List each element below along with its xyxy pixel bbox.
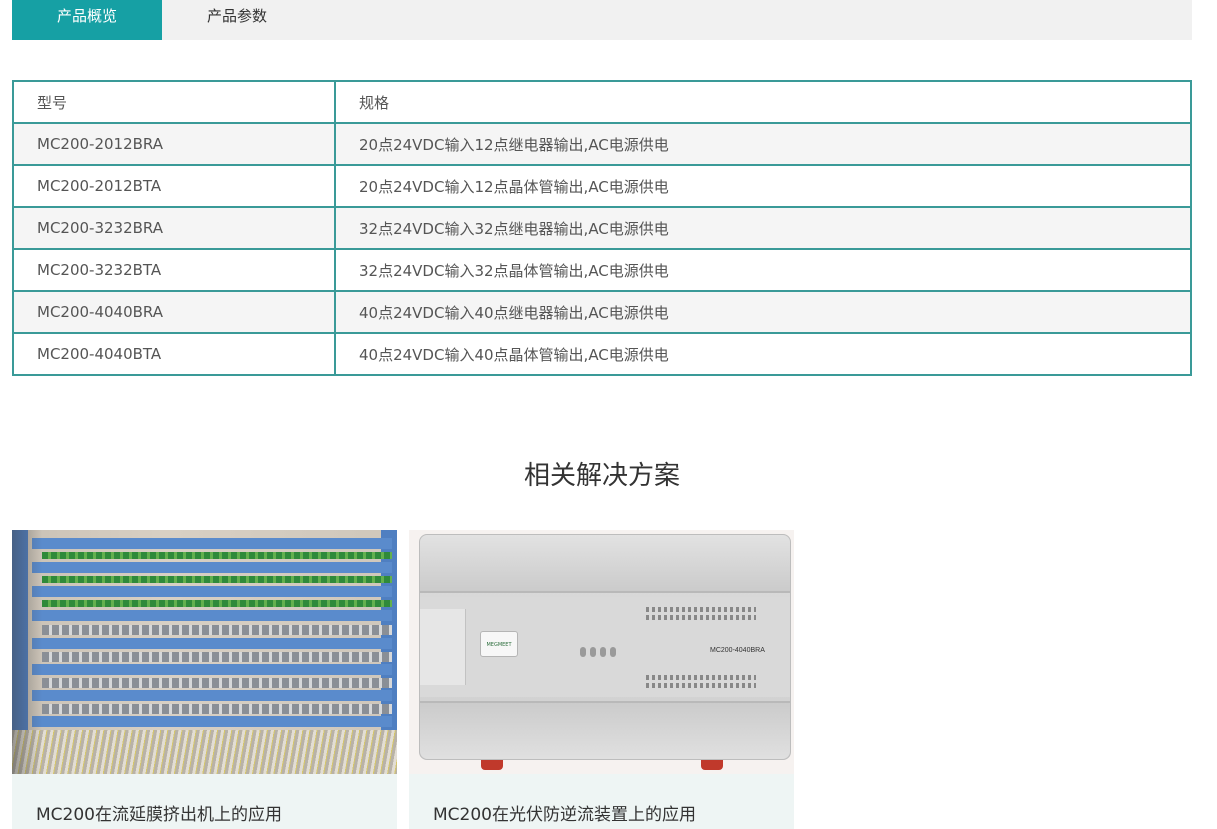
table-row: MC200-2012BTA 20点24VDC输入12点晶体管输出,AC电源供电: [12, 164, 1192, 208]
solutions-section-title: 相关解决方案: [523, 461, 680, 491]
cell-model: MC200-3232BTA: [12, 248, 336, 292]
cabinet-wiring-image: [12, 530, 397, 774]
cell-spec: 20点24VDC输入12点继电器输出,AC电源供电: [334, 122, 1192, 166]
terminal-strip: [42, 576, 392, 583]
relay-row: [42, 678, 392, 688]
column-header-model: 型号: [12, 80, 336, 124]
plc-top-cover: [420, 535, 790, 593]
cabinet-rail: [32, 538, 392, 549]
cell-model: MC200-4040BTA: [12, 332, 336, 376]
solution-card-pv-anti-backflow[interactable]: MEGMEET MC200-4040BRA MC200在光伏防逆流装置上的应用: [409, 530, 794, 829]
cell-model: MC200-2012BRA: [12, 122, 336, 166]
cable-bundle: [12, 730, 397, 774]
input-indicator-row: [646, 615, 756, 620]
relay-row: [42, 652, 392, 662]
status-led: [580, 647, 586, 657]
status-led: [610, 647, 616, 657]
table-header-row: 型号 规格: [12, 80, 1192, 124]
cabinet-rail: [32, 716, 392, 727]
terminal-strip: [42, 552, 392, 559]
solution-card-caption: MC200在光伏防逆流装置上的应用: [433, 805, 696, 825]
table-row: MC200-3232BTA 32点24VDC输入32点晶体管输出,AC电源供电: [12, 248, 1192, 292]
cabinet-rail: [32, 664, 392, 675]
table-row: MC200-4040BRA 40点24VDC输入40点继电器输出,AC电源供电: [12, 290, 1192, 334]
tab-product-overview[interactable]: 产品概览: [12, 0, 162, 40]
table-row: MC200-2012BRA 20点24VDC输入12点继电器输出,AC电源供电: [12, 122, 1192, 166]
megmeet-logo: MEGMEET: [480, 631, 518, 657]
input-indicator-row: [646, 607, 756, 612]
tab-product-parameters[interactable]: 产品参数: [162, 0, 312, 40]
output-indicator-row: [646, 675, 756, 680]
cell-spec: 40点24VDC输入40点继电器输出,AC电源供电: [334, 290, 1192, 334]
edge-shadow: [12, 530, 42, 774]
plc-mount-foot: [481, 760, 503, 770]
status-led: [590, 647, 596, 657]
relay-row: [42, 625, 392, 635]
cabinet-rail: [32, 610, 392, 621]
table-row: MC200-4040BTA 40点24VDC输入40点晶体管输出,AC电源供电: [12, 332, 1192, 376]
terminal-strip: [42, 600, 392, 607]
table-row: MC200-3232BRA 32点24VDC输入32点继电器输出,AC电源供电: [12, 206, 1192, 250]
cabinet-rail: [32, 562, 392, 573]
plc-bottom-cover: [420, 701, 790, 759]
column-header-spec: 规格: [334, 80, 1192, 124]
solution-card-cast-film-extruder[interactable]: MC200在流延膜挤出机上的应用: [12, 530, 397, 829]
cell-spec: 20点24VDC输入12点晶体管输出,AC电源供电: [334, 164, 1192, 208]
tab-bar: 产品概览 产品参数: [12, 0, 1192, 40]
output-indicator-row: [646, 683, 756, 688]
relay-row: [42, 704, 392, 714]
cabinet-rail: [32, 586, 392, 597]
solution-card-caption: MC200在流延膜挤出机上的应用: [36, 805, 282, 825]
cell-model: MC200-2012BTA: [12, 164, 336, 208]
status-led: [600, 647, 606, 657]
cabinet-rail: [32, 638, 392, 649]
cabinet-rail: [32, 690, 392, 701]
cell-model: MC200-3232BRA: [12, 206, 336, 250]
spec-table: 型号 规格 MC200-2012BRA 20点24VDC输入12点继电器输出,A…: [12, 80, 1192, 376]
plc-mount-foot: [701, 760, 723, 770]
plc-side-window: [420, 609, 466, 685]
plc-housing: MEGMEET MC200-4040BRA: [419, 534, 791, 760]
cell-spec: 40点24VDC输入40点晶体管输出,AC电源供电: [334, 332, 1192, 376]
plc-model-label: MC200-4040BRA: [710, 647, 765, 654]
plc-device-image: MEGMEET MC200-4040BRA: [409, 530, 794, 774]
cell-spec: 32点24VDC输入32点继电器输出,AC电源供电: [334, 206, 1192, 250]
cell-spec: 32点24VDC输入32点晶体管输出,AC电源供电: [334, 248, 1192, 292]
cell-model: MC200-4040BRA: [12, 290, 336, 334]
